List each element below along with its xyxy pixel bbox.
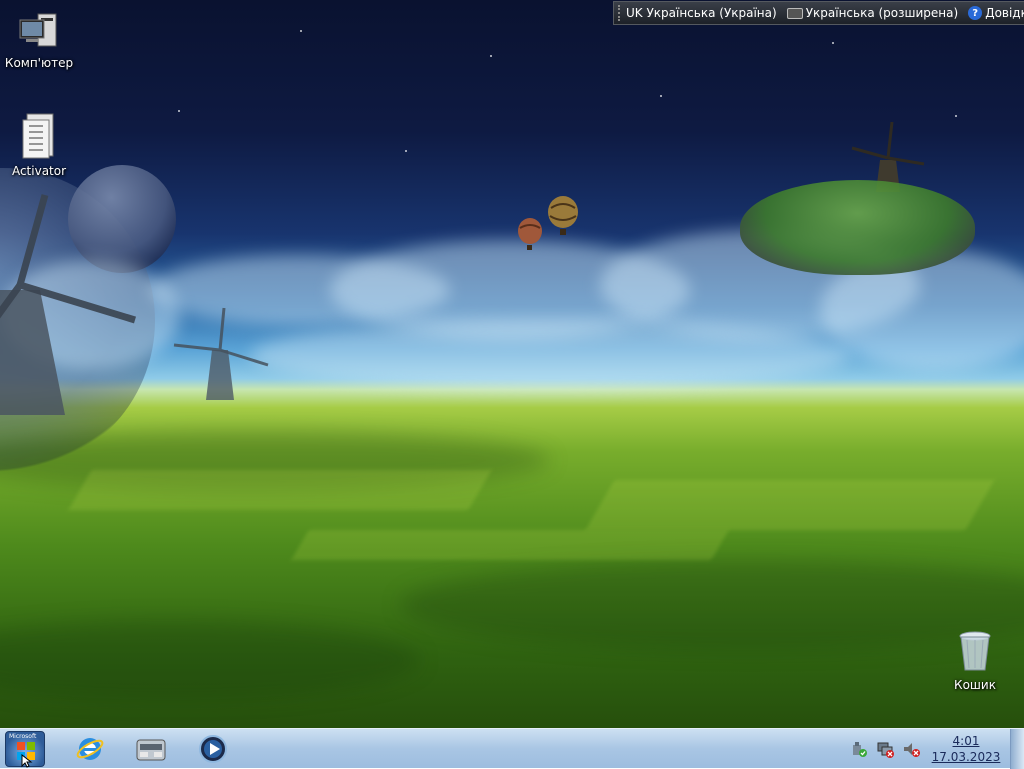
file-archive-icon (22, 113, 54, 159)
taskbar-app-media-player[interactable] (196, 732, 230, 766)
grass-highlight (68, 470, 492, 510)
grass-highlight (585, 480, 995, 530)
keyboard-icon (786, 7, 803, 19)
taskbar-app-file-manager[interactable] (134, 732, 168, 766)
internet-explorer-icon (76, 738, 104, 760)
keyboard-layout-label: Українська (розширена) (805, 6, 959, 20)
language-bar[interactable]: UK Українська (Україна) Українська (розш… (613, 1, 1024, 25)
desktop-icon-label: Комп'ютер (4, 56, 74, 70)
desktop-icon-activator[interactable]: Activator (1, 112, 77, 178)
media-player-icon (199, 735, 227, 763)
star (660, 95, 662, 97)
desktop-icon-computer[interactable]: Комп'ютер (1, 12, 77, 70)
volume-muted-icon[interactable] (902, 740, 920, 758)
recycle-bin-icon (959, 631, 991, 671)
system-tray (846, 737, 924, 761)
windmill-left (0, 194, 137, 415)
desktop-icon-label: Activator (11, 164, 67, 178)
hot-air-balloon (548, 196, 578, 235)
star (955, 115, 957, 117)
grass-shadow (0, 620, 420, 700)
grass-highlight (291, 530, 729, 560)
star (405, 150, 407, 152)
desktop-wallpaper: Комп'ютер Activator Кошик UK Українська … (0, 0, 1024, 728)
file-manager-icon (136, 739, 166, 761)
star (178, 110, 180, 112)
taskbar-app-internet-explorer[interactable] (73, 732, 107, 766)
mouse-cursor-icon (21, 754, 33, 768)
show-desktop-button[interactable] (1010, 729, 1024, 769)
language-selector[interactable]: UK Українська (Україна) (626, 6, 777, 20)
star (300, 30, 302, 32)
start-label: Microsoft (9, 733, 37, 740)
language-bar-grip[interactable] (618, 5, 620, 21)
taskbar: Microsoft 4:01 17.03.2023 (0, 728, 1024, 769)
desktop-icon-recycle-bin[interactable]: Кошик (937, 630, 1013, 692)
star (832, 42, 834, 44)
grass-shadow (400, 560, 1024, 650)
help-icon: ? (968, 6, 983, 20)
network-icon[interactable] (876, 740, 894, 758)
language-label: UK Українська (Україна) (626, 6, 777, 20)
help-label: Довідка (985, 6, 1024, 20)
star (490, 55, 492, 57)
computer-icon (19, 13, 57, 47)
desktop-icon-label: Кошик (954, 678, 996, 692)
keyboard-layout-selector[interactable]: Українська (розширена) (786, 6, 959, 20)
clock[interactable]: 4:01 17.03.2023 (930, 733, 1002, 765)
help-button[interactable]: ? Довідка ▾ (968, 6, 1024, 20)
floating-island (740, 180, 975, 275)
hot-air-balloon (518, 218, 542, 250)
windmill-middle (173, 307, 269, 400)
clock-date: 17.03.2023 (931, 750, 1001, 764)
safely-remove-hardware-icon[interactable] (850, 740, 868, 758)
clock-time: 4:01 (952, 734, 980, 748)
cloud (250, 320, 850, 390)
